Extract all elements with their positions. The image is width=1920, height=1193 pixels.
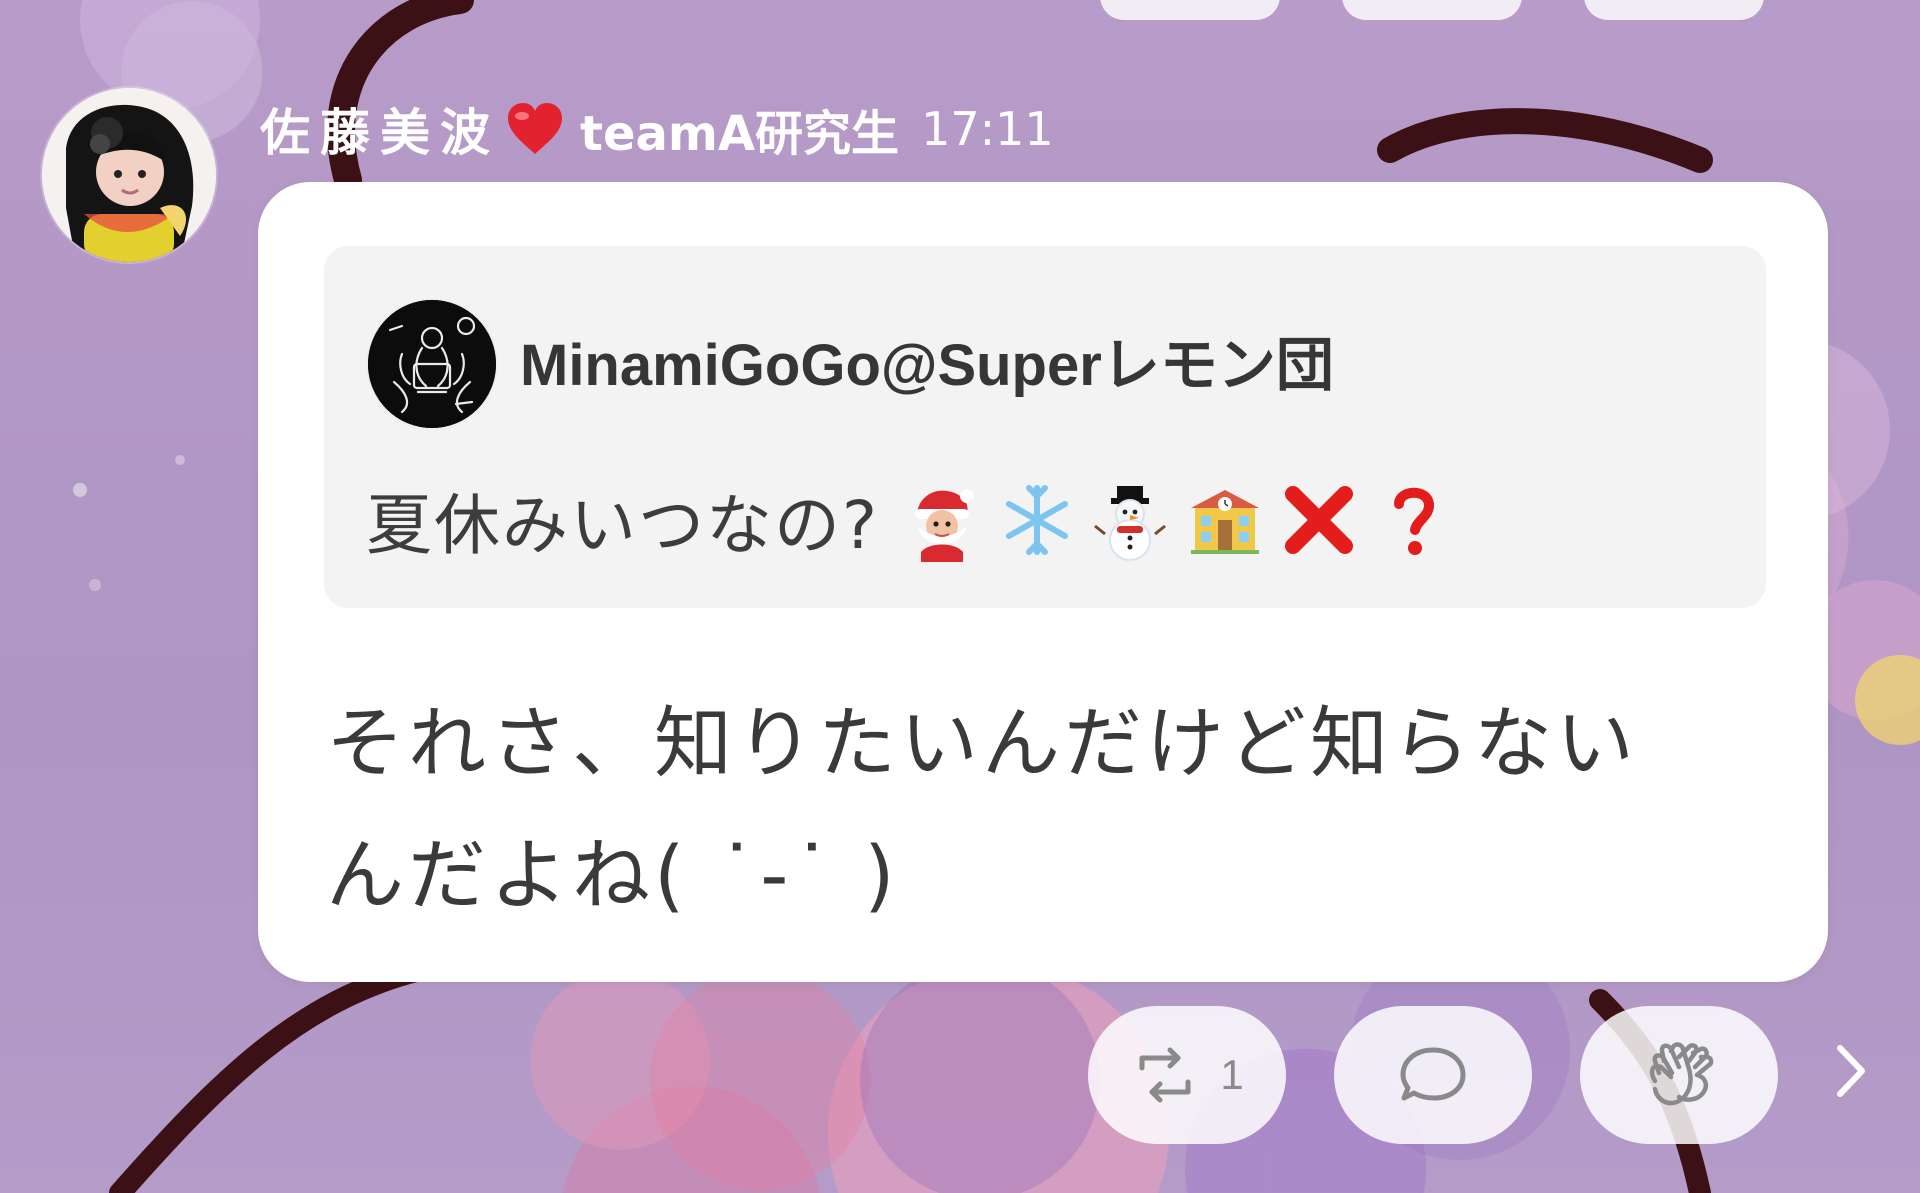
profile-avatar[interactable] [42,88,216,262]
action-row: 1 [1088,1006,1778,1144]
heart-icon [504,102,566,156]
chevron-right-icon[interactable] [1830,1040,1872,1102]
top-pill [1584,0,1764,20]
question-mark-icon [1371,478,1455,562]
author-name[interactable]: 佐藤美波 [260,93,500,165]
quoted-username[interactable]: MinamiGoGo@Superレモン団 [520,318,1334,402]
school-icon [1183,478,1267,562]
quoted-user-avatar[interactable] [366,298,498,430]
message-bubble: MinamiGoGo@Superレモン団 夏休みいつなの? それさ、知りたいんだ… [258,182,1828,982]
top-pill [1100,0,1280,20]
santa-icon [901,478,985,562]
snowflake-icon [995,478,1079,562]
top-pill [1342,0,1522,20]
applause-icon [1649,1042,1714,1106]
snowman-icon [1089,478,1173,562]
team-label: teamA研究生 [580,106,900,162]
comment-icon [1400,1047,1466,1101]
quoted-post-text: 夏休みいつなの? [366,472,1455,568]
quoted-post-card[interactable]: MinamiGoGo@Superレモン団 夏休みいつなの? [324,246,1766,608]
applause-button[interactable] [1580,1006,1778,1144]
cross-mark-icon [1277,478,1361,562]
message-text: それさ、知りたいんだけど知らない んだよね( ˙-˙ ) [326,699,1639,921]
retweet-button[interactable]: 1 [1088,1006,1286,1144]
comment-button[interactable] [1334,1006,1532,1144]
emoji-row [901,478,1455,562]
retweet-icon [1139,1047,1191,1103]
top-action-pills [1100,0,1764,20]
quoted-post-text-content: 夏休みいつなの? [366,487,880,564]
retweet-count: 1 [1220,1051,1244,1098]
post-header: 佐藤美波 teamA研究生 17:11 [260,92,1054,166]
post-time: 17:11 [921,102,1054,156]
